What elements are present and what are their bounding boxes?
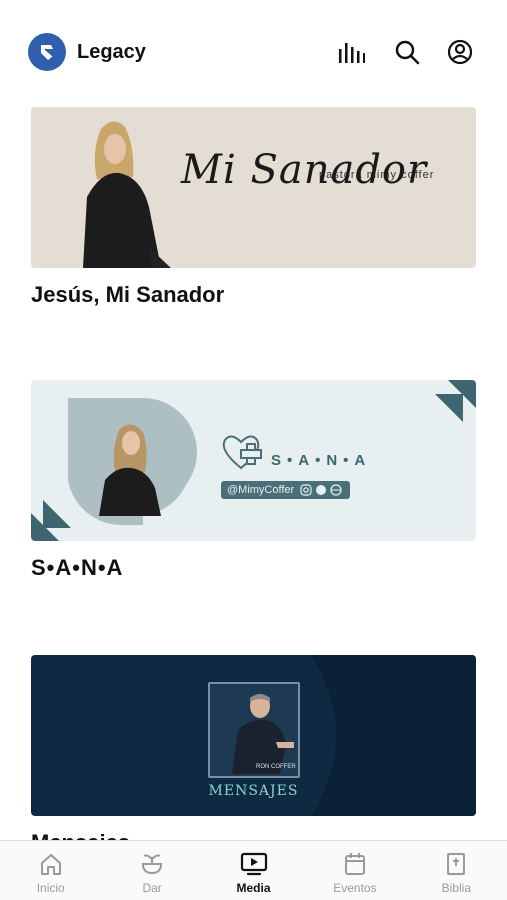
media-banner[interactable]: RON COFFER MENSAJES — [31, 655, 476, 816]
nav-item-eventos[interactable]: Eventos — [304, 841, 405, 900]
media-feed[interactable]: pastora mimy coffer Mi Sanador Jesús, Mi… — [0, 100, 507, 840]
media-banner[interactable]: S•A•N•A @MimyCoffer — [31, 380, 476, 541]
media-card[interactable]: S•A•N•A @MimyCoffer S•A•N•A — [31, 380, 476, 581]
banner-title: S•A•N•A — [271, 452, 372, 469]
media-card[interactable]: RON COFFER MENSAJES Mensajes — [31, 655, 476, 840]
banner-script-title: Mi Sanador — [181, 147, 428, 193]
media-icon — [240, 852, 267, 876]
app-header: Legacy — [0, 0, 507, 100]
app-name: Legacy — [77, 41, 146, 63]
card-title[interactable]: Mensajes — [31, 830, 476, 840]
plant-icon — [142, 854, 163, 875]
bible-icon — [447, 853, 466, 875]
banner-decoration — [31, 380, 476, 541]
bottom-nav: Inicio Dar Media Eventos Biblia — [0, 840, 507, 900]
social-handle: @MimyCoffer — [227, 484, 295, 496]
nav-item-media[interactable]: Media — [203, 841, 304, 900]
tile-caption: RON COFFER — [256, 764, 296, 770]
nav-item-dar[interactable]: Dar — [101, 841, 202, 900]
social-handle-badge: @MimyCoffer — [221, 481, 351, 499]
nav-item-inicio[interactable]: Inicio — [0, 841, 101, 900]
account-icon[interactable] — [446, 38, 474, 66]
nav-label: Media — [236, 881, 271, 895]
speaker-photo: RON COFFER — [208, 682, 300, 778]
home-icon — [40, 854, 61, 875]
media-banner[interactable]: pastora mimy coffer Mi Sanador — [31, 107, 476, 268]
nav-label: Biblia — [441, 881, 471, 895]
media-card[interactable]: pastora mimy coffer Mi Sanador Jesús, Mi… — [31, 107, 476, 308]
nav-item-biblia[interactable]: Biblia — [406, 841, 507, 900]
nav-label: Dar — [142, 881, 162, 895]
nav-label: Inicio — [36, 881, 65, 895]
card-title[interactable]: S•A•N•A — [31, 555, 476, 581]
social-icons — [300, 484, 342, 496]
calendar-icon — [344, 853, 365, 875]
audio-bars-icon[interactable] — [337, 38, 365, 66]
nav-label: Eventos — [333, 881, 377, 895]
banner-title: MENSAJES — [208, 783, 299, 799]
logo-icon[interactable] — [28, 33, 66, 71]
card-title[interactable]: Jesús, Mi Sanador — [31, 282, 476, 308]
search-icon[interactable] — [393, 38, 421, 66]
